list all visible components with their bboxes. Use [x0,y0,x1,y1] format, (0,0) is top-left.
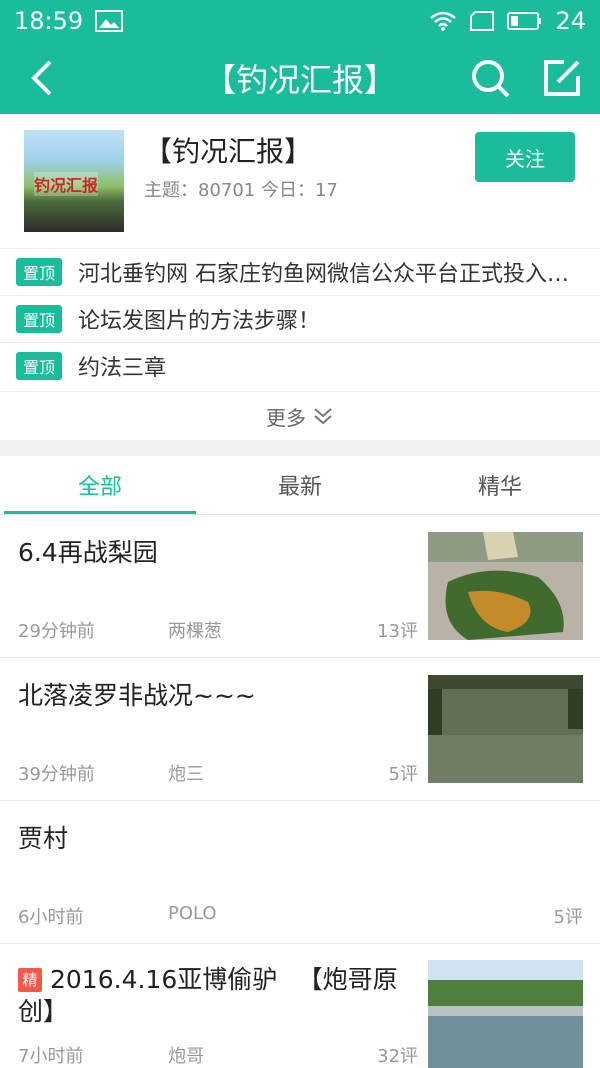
post-time: 7小时前 [18,1046,84,1067]
post-time: 6小时前 [18,907,84,928]
compose-icon[interactable] [540,56,584,100]
post-item[interactable]: 北落凌罗非战况~~~ 39分钟前 炮三 5评 [0,658,600,801]
battery-level: 24 [555,7,586,35]
app-bar: 【钓况汇报】 [0,42,600,114]
tab-all[interactable]: 全部 [0,456,200,514]
follow-button[interactable]: 关注 [475,132,575,182]
post-title-row: 精 2016.4.16亚博偷驴 【炮哥原创】 [18,964,418,1028]
tab-bar: 全部 最新 精华 [0,456,600,515]
post-thumbnail [428,532,583,640]
post-author: POLO [168,903,217,924]
post-author: 炮哥 [168,1046,204,1067]
battery-icon [507,12,542,30]
post-item[interactable]: 6.4再战梨园 29分钟前 两棵葱 13评 [0,515,600,658]
more-button[interactable]: 更多 [0,391,600,440]
pinned-badge: 置顶 [16,258,62,286]
sim-icon [470,11,495,31]
more-label: 更多 [266,405,306,430]
pinned-title: 河北垂钓网 石家庄钓鱼网微信公众平台正式投入使用 [78,262,583,287]
post-author: 两棵葱 [168,621,222,642]
pinned-badge: 置顶 [16,352,62,380]
featured-badge: 精 [18,968,42,992]
post-comments: 13评 [377,621,418,642]
status-time: 18:59 [14,7,84,35]
status-bar: 18:59 24 [0,0,600,42]
post-title: 北落凌罗非战况~~~ [18,681,256,710]
double-chevron-down-icon [314,408,332,425]
post-time: 39分钟前 [18,764,95,785]
post-comments: 32评 [377,1046,418,1067]
pinned-badge: 置顶 [16,305,62,333]
post-item[interactable]: 精 2016.4.16亚博偷驴 【炮哥原创】 7小时前 炮哥 32评 [0,944,600,1068]
tab-featured[interactable]: 精华 [400,456,600,514]
wifi-icon [430,11,457,31]
post-comments: 5评 [388,764,418,785]
post-title: 2016.4.16亚博偷驴 【炮哥原创】 [18,965,398,1026]
pinned-item[interactable]: 置顶 论坛发图片的方法步骤！ [0,295,600,342]
post-thumbnail [428,960,583,1068]
tab-latest[interactable]: 最新 [200,456,400,514]
forum-thumbnail-text: 钓况汇报 [34,172,99,196]
section-divider [0,440,600,456]
post-author: 炮三 [168,764,204,785]
post-thumbnail [428,675,583,783]
image-icon [95,10,124,32]
post-item[interactable]: 贾村 6小时前 POLO 5评 [0,801,600,944]
forum-thumbnail: 钓况汇报 [24,130,124,232]
pinned-title: 论坛发图片的方法步骤！ [78,309,321,334]
back-arrow-icon[interactable] [22,56,66,100]
post-title: 贾村 [18,824,69,853]
forum-name: 【钓况汇报】 [144,135,313,168]
page-title: 【钓况汇报】 [203,61,396,99]
pinned-title: 约法三章 [78,356,167,381]
search-icon[interactable] [468,56,512,100]
pinned-item[interactable]: 置顶 河北垂钓网 石家庄钓鱼网微信公众平台正式投入使用 [0,248,600,295]
post-time: 29分钟前 [18,621,95,642]
post-comments: 5评 [553,907,583,928]
pinned-item[interactable]: 置顶 约法三章 [0,342,600,389]
forum-stats: 主题：80701 今日：17 [144,180,338,201]
post-title: 6.4再战梨园 [18,538,158,567]
